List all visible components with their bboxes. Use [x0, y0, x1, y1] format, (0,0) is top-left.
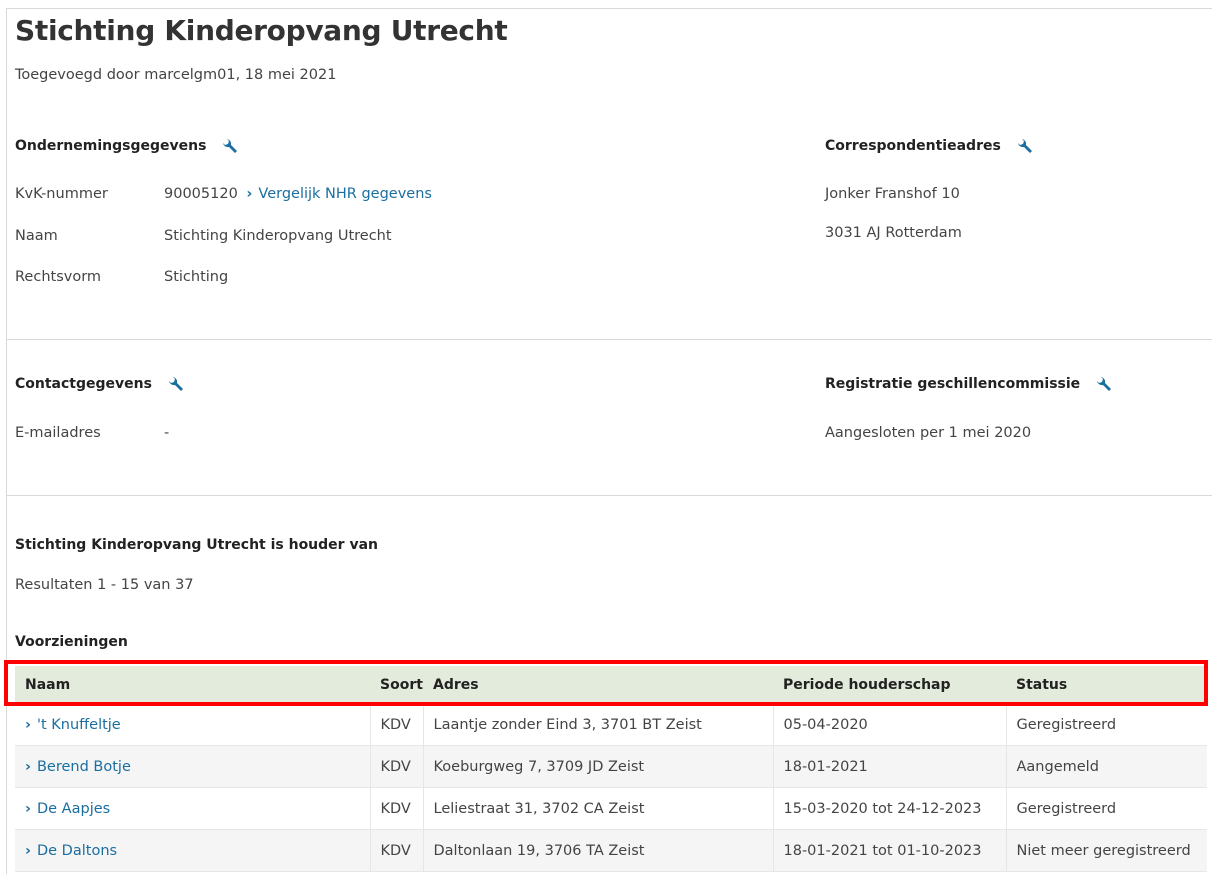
facility-name-cell[interactable]: › De Daltons	[15, 829, 370, 872]
facility-link[interactable]: › De Daltons	[25, 843, 117, 859]
column-header-status[interactable]: Status	[1006, 666, 1207, 704]
facility-period: 18-01-2021	[772, 745, 1006, 788]
facility-status: Geregistreerd	[1005, 704, 1207, 746]
name-label: Naam	[15, 228, 58, 244]
name-value: Stichting Kinderopvang Utrecht	[164, 228, 392, 244]
facility-period: 18-01-2021 tot 01-10-2023	[772, 829, 1006, 872]
legal-form-value: Stichting	[164, 269, 229, 285]
facility-link[interactable]: › De Aapjes	[25, 801, 110, 817]
facility-status: Aangemeld	[1005, 745, 1207, 788]
facility-status: Geregistreerd	[1005, 787, 1207, 830]
column-header-name[interactable]: Naam	[15, 666, 370, 704]
table-row: › De Daltons KDV Daltonlaan 19, 3706 TA Z…	[15, 829, 1207, 872]
facility-period: 15-03-2020 tot 24-12-2023	[772, 787, 1006, 830]
facility-address: Laantje zonder Eind 3, 3701 BT Zeist	[422, 704, 773, 746]
dispute-value: Aangesloten per 1 mei 2020	[825, 425, 1032, 441]
compare-nhr-link[interactable]: › Vergelijk NHR gegevens	[242, 186, 432, 202]
wrench-icon[interactable]	[1015, 136, 1035, 156]
wrench-icon[interactable]	[1094, 374, 1114, 394]
contact-heading-label: Contactgegevens	[15, 376, 152, 392]
company-section-heading: Ondernemingsgegevens	[15, 136, 240, 156]
compare-nhr-label: Vergelijk NHR gegevens	[258, 186, 432, 202]
facility-name: De Aapjes	[36, 800, 111, 817]
chevron-right-icon: ›	[25, 716, 31, 733]
facilities-heading: Voorzieningen	[15, 634, 128, 650]
facility-name: De Daltons	[36, 842, 118, 859]
facility-period: 05-04-2020	[772, 704, 1006, 746]
added-by-text: Toegevoegd door marcelgm01, 18 mei 2021	[15, 67, 337, 83]
kvk-value: 90005120	[164, 186, 238, 202]
email-value: -	[164, 425, 170, 441]
table-row: › De Aapjes KDV Leliestraat 31, 3702 CA Z…	[15, 787, 1207, 830]
correspondence-section-heading: Correspondentieadres	[825, 136, 1035, 156]
facility-name: Berend Botje	[36, 758, 131, 775]
facility-status: Niet meer geregistreerd	[1005, 829, 1207, 872]
chevron-right-icon: ›	[25, 758, 31, 775]
chevron-right-icon: ›	[25, 800, 31, 817]
section-divider	[6, 495, 1212, 496]
facility-name-cell[interactable]: › De Aapjes	[15, 787, 370, 830]
chevron-right-icon: ›	[25, 842, 31, 859]
wrench-icon[interactable]	[220, 136, 240, 156]
company-heading-label: Ondernemingsgegevens	[15, 138, 207, 154]
facility-type: KDV	[369, 829, 423, 872]
correspondence-heading-label: Correspondentieadres	[825, 138, 1001, 154]
table-row: › Berend Botje KDV Koeburgweg 7, 3709 JD …	[15, 745, 1207, 788]
facility-name: 't Knuffeltje	[36, 716, 121, 733]
contact-section-heading: Contactgegevens	[15, 374, 186, 394]
table-header-row: Naam Soort Adres Periode houderschap Sta…	[15, 666, 1207, 704]
facility-address: Daltonlaan 19, 3706 TA Zeist	[422, 829, 773, 872]
facility-address: Koeburgweg 7, 3709 JD Zeist	[422, 745, 773, 788]
holder-heading: Stichting Kinderopvang Utrecht is houder…	[15, 537, 378, 553]
dispute-section-heading: Registratie geschillencommissie	[825, 374, 1114, 394]
table-row: › 't Knuffeltje KDV Laantje zonder Eind 3…	[15, 704, 1207, 746]
facility-name-cell[interactable]: › 't Knuffeltje	[15, 704, 370, 746]
page-title: Stichting Kinderopvang Utrecht	[15, 14, 508, 47]
facility-type: KDV	[369, 704, 423, 746]
legal-form-label: Rechtsvorm	[15, 269, 102, 285]
email-label: E-mailadres	[15, 425, 101, 441]
facility-address: Leliestraat 31, 3702 CA Zeist	[422, 787, 773, 830]
facility-link[interactable]: › 't Knuffeltje	[25, 717, 121, 733]
facilities-table: Naam Soort Adres Periode houderschap Sta…	[15, 666, 1207, 872]
facility-type: KDV	[369, 787, 423, 830]
results-count: Resultaten 1 - 15 van 37	[15, 577, 194, 593]
dispute-heading-label: Registratie geschillencommissie	[825, 376, 1081, 392]
wrench-icon[interactable]	[166, 374, 186, 394]
section-divider	[6, 339, 1212, 340]
kvk-row: 90005120 › Vergelijk NHR gegevens	[164, 186, 432, 202]
column-header-type[interactable]: Soort	[370, 666, 423, 704]
address-line-1: Jonker Franshof 10	[825, 186, 960, 202]
facility-name-cell[interactable]: › Berend Botje	[15, 745, 370, 788]
facility-link[interactable]: › Berend Botje	[25, 759, 131, 775]
address-line-2: 3031 AJ Rotterdam	[825, 225, 962, 241]
kvk-label: KvK-nummer	[15, 186, 108, 202]
column-header-address[interactable]: Adres	[423, 666, 773, 704]
facility-type: KDV	[369, 745, 423, 788]
column-header-period[interactable]: Periode houderschap	[773, 666, 1006, 704]
chevron-right-icon: ›	[246, 186, 253, 202]
